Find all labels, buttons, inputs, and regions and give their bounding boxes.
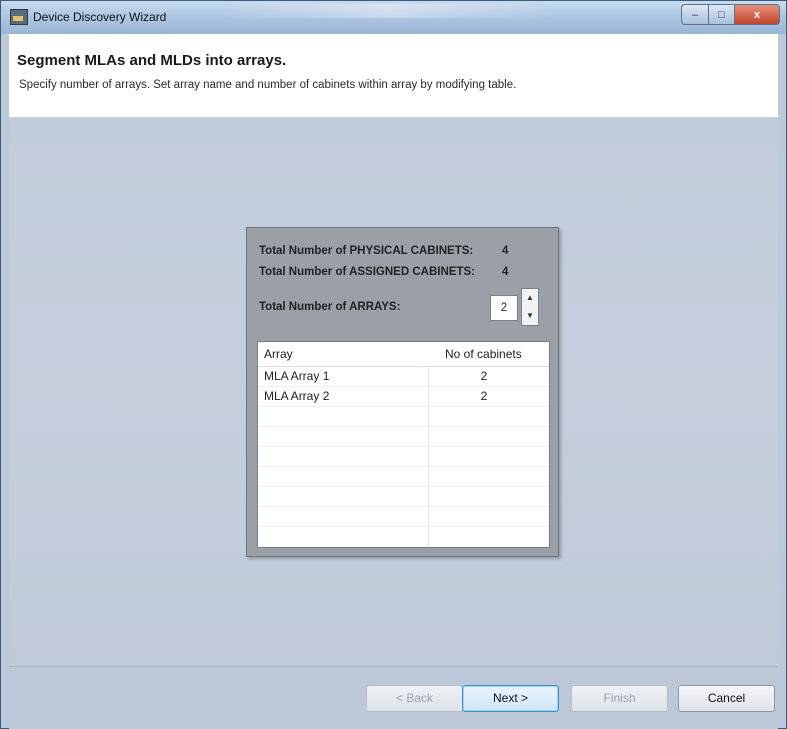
wizard-footer: < Back Next > Finish Cancel — [9, 666, 778, 729]
table-header: Array No of cabinets — [258, 342, 549, 367]
next-button[interactable]: Next > — [462, 685, 559, 712]
minimize-button[interactable]: – — [681, 4, 709, 25]
column-header-array[interactable]: Array — [264, 347, 293, 361]
array-name-cell[interactable]: MLA Array 2 — [264, 389, 329, 403]
arrays-count-label: Total Number of ARRAYS: — [259, 301, 401, 313]
wizard-window: Device Discovery Wizard – □ x Segment ML… — [0, 0, 787, 729]
window-left-border — [1, 34, 9, 728]
window-title: Device Discovery Wizard — [33, 10, 167, 24]
table-row[interactable] — [258, 407, 549, 427]
arrays-count-input[interactable]: 2 — [490, 295, 518, 321]
table-row[interactable]: MLA Array 2 2 — [258, 387, 549, 407]
cancel-button[interactable]: Cancel — [678, 685, 775, 712]
wizard-header: Segment MLAs and MLDs into arrays. Speci… — [9, 34, 778, 118]
cabinets-cell[interactable]: 2 — [468, 389, 500, 403]
table-row[interactable] — [258, 487, 549, 507]
finish-button[interactable]: Finish — [571, 685, 668, 712]
close-button[interactable]: x — [734, 4, 780, 25]
minimize-icon: – — [691, 8, 699, 21]
window-controls: – □ x — [681, 4, 780, 25]
spin-down-arrow-icon[interactable]: ▼ — [522, 307, 538, 325]
column-header-cabinets[interactable]: No of cabinets — [445, 347, 522, 361]
array-settings-panel: Total Number of PHYSICAL CABINETS: 4 Tot… — [246, 227, 559, 557]
close-icon: x — [753, 8, 761, 21]
table-row[interactable] — [258, 467, 549, 487]
table-row[interactable] — [258, 527, 549, 546]
array-name-cell[interactable]: MLA Array 1 — [264, 369, 329, 383]
physical-cabinets-value: 4 — [502, 245, 509, 257]
maximize-button[interactable]: □ — [708, 4, 735, 25]
page-title: Segment MLAs and MLDs into arrays. — [17, 52, 287, 69]
table-row[interactable] — [258, 447, 549, 467]
table-row[interactable] — [258, 427, 549, 447]
arrays-count-spinner: ▲ ▼ — [521, 288, 539, 326]
back-button[interactable]: < Back — [366, 685, 463, 712]
arrays-table: Array No of cabinets MLA Array 1 2 MLA Ar… — [257, 341, 550, 548]
cabinets-cell[interactable]: 2 — [468, 369, 500, 383]
assigned-cabinets-value: 4 — [502, 266, 509, 278]
page-description: Specify number of arrays. Set array name… — [19, 79, 517, 91]
spin-up-arrow-icon[interactable]: ▲ — [522, 289, 538, 307]
title-bar[interactable]: Device Discovery Wizard – □ x — [1, 1, 786, 34]
table-row[interactable]: MLA Array 1 2 — [258, 367, 549, 387]
physical-cabinets-label: Total Number of PHYSICAL CABINETS: — [259, 245, 474, 257]
table-row[interactable] — [258, 507, 549, 527]
device-discovery-icon — [10, 9, 28, 25]
assigned-cabinets-label: Total Number of ASSIGNED CABINETS: — [259, 266, 475, 278]
maximize-icon: □ — [718, 8, 725, 21]
